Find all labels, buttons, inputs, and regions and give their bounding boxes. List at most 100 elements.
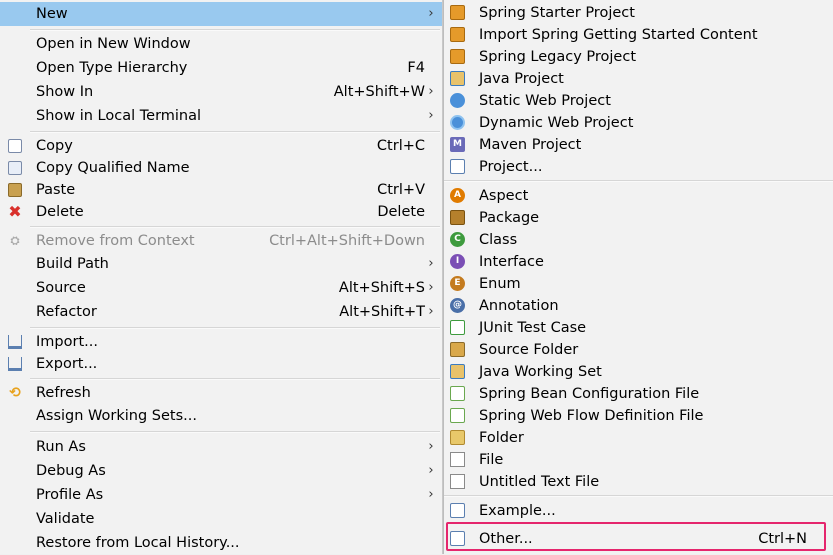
submenu-item-aspect[interactable]: A Aspect — [444, 184, 833, 208]
submenu-arrow-icon: › — [428, 84, 434, 99]
submenu-item-label: Spring Starter Project — [479, 5, 635, 21]
menu-item-profile-as[interactable]: Profile As › — [0, 483, 442, 507]
menu-item-build-path[interactable]: Build Path › — [0, 252, 442, 276]
export-icon — [8, 357, 22, 371]
submenu-item-label: Untitled Text File — [479, 474, 600, 490]
submenu-item-spring-bean-configuration-file[interactable]: Spring Bean Configuration File — [444, 382, 833, 406]
menu-item-open-type-hierarchy[interactable]: Open Type Hierarchy F4 — [0, 56, 442, 80]
menu-item-label: Import... — [36, 334, 98, 350]
menu-item-label: Build Path — [36, 256, 109, 272]
submenu-item-file[interactable]: File — [444, 448, 833, 472]
submenu-arrow-icon: › — [428, 256, 434, 271]
spring-web-flow-file-icon — [450, 408, 465, 423]
submenu-item-java-working-set[interactable]: Java Working Set — [444, 360, 833, 384]
menu-item-refactor[interactable]: Refactor Alt+Shift+T › — [0, 300, 442, 324]
menu-separator — [30, 378, 440, 380]
interface-icon: I — [450, 254, 465, 269]
menu-item-validate[interactable]: Validate — [0, 507, 442, 531]
menu-item-paste[interactable]: Paste Ctrl+V — [0, 178, 442, 202]
menu-item-open-in-new-window[interactable]: Open in New Window — [0, 32, 442, 56]
junit-test-case-icon — [450, 320, 465, 335]
menu-item-refresh[interactable]: ⟲ Refresh — [0, 381, 442, 405]
submenu-item-example[interactable]: Example... — [444, 499, 833, 523]
source-folder-icon — [450, 342, 465, 357]
spring-project-icon — [450, 5, 465, 20]
aspect-icon: A — [450, 188, 465, 203]
menu-item-label: Export... — [36, 356, 98, 372]
submenu-item-java-project[interactable]: Java Project — [444, 67, 833, 91]
submenu-item-spring-starter-project[interactable]: Spring Starter Project — [444, 1, 833, 25]
dynamic-web-project-icon — [450, 115, 465, 130]
submenu-item-spring-legacy-project[interactable]: Spring Legacy Project — [444, 45, 833, 69]
spring-bean-file-icon — [450, 386, 465, 401]
menu-item-label: Delete — [36, 204, 84, 220]
menu-item-label: Validate — [36, 511, 95, 527]
menu-item-label: Refactor — [36, 304, 97, 320]
menu-item-shortcut: Ctrl+V — [377, 182, 425, 198]
submenu-item-label: Example... — [479, 503, 556, 519]
menu-item-restore-from-local-history[interactable]: Restore from Local History... — [0, 531, 442, 555]
annotation-icon: @ — [450, 298, 465, 313]
menu-item-label: Source — [36, 280, 86, 296]
menu-item-label: Open in New Window — [36, 36, 191, 52]
menu-item-label: Profile As — [36, 487, 104, 503]
menu-item-shortcut: Alt+Shift+W — [333, 84, 425, 100]
spring-legacy-icon — [450, 49, 465, 64]
menu-item-shortcut: F4 — [407, 60, 425, 76]
submenu-item-spring-web-flow-definition-file[interactable]: Spring Web Flow Definition File — [444, 404, 833, 428]
menu-item-assign-working-sets[interactable]: Assign Working Sets... — [0, 404, 442, 428]
menu-item-copy[interactable]: Copy Ctrl+C — [0, 134, 442, 158]
submenu-item-label: Static Web Project — [479, 93, 611, 109]
submenu-item-enum[interactable]: E Enum — [444, 272, 833, 296]
submenu-item-project[interactable]: Project... — [444, 155, 833, 179]
import-icon — [8, 335, 22, 349]
file-icon — [450, 452, 465, 467]
menu-item-debug-as[interactable]: Debug As › — [0, 459, 442, 483]
submenu-item-label: Class — [479, 232, 518, 248]
submenu-item-maven-project[interactable]: M Maven Project — [444, 133, 833, 157]
submenu-item-class[interactable]: C Class — [444, 228, 833, 252]
submenu-item-junit-test-case[interactable]: JUnit Test Case — [444, 316, 833, 340]
submenu-item-package[interactable]: Package — [444, 206, 833, 230]
static-web-project-icon — [450, 93, 465, 108]
submenu-arrow-icon: › — [428, 304, 434, 319]
submenu-item-static-web-project[interactable]: Static Web Project — [444, 89, 833, 113]
menu-item-copy-qualified-name[interactable]: Copy Qualified Name — [0, 156, 442, 180]
menu-item-label: Restore from Local History... — [36, 535, 240, 551]
menu-item-show-in[interactable]: Show In Alt+Shift+W › — [0, 80, 442, 104]
submenu-item-source-folder[interactable]: Source Folder — [444, 338, 833, 362]
submenu-item-import-spring-getting-started[interactable]: Import Spring Getting Started Content — [444, 23, 833, 47]
paste-icon — [8, 183, 22, 197]
example-icon — [450, 503, 465, 518]
submenu-item-label: Java Working Set — [479, 364, 602, 380]
menu-item-import[interactable]: Import... — [0, 330, 442, 354]
submenu-item-annotation[interactable]: @ Annotation — [444, 294, 833, 318]
enum-icon: E — [450, 276, 465, 291]
submenu-arrow-icon: › — [428, 6, 434, 21]
submenu-separator — [444, 495, 833, 497]
copy-qualified-name-icon — [8, 161, 22, 175]
menu-item-label: Assign Working Sets... — [36, 408, 198, 424]
menu-item-shortcut: Delete — [377, 204, 425, 220]
menu-item-show-in-local-terminal[interactable]: Show in Local Terminal › — [0, 104, 442, 128]
submenu-item-label: Dynamic Web Project — [479, 115, 634, 131]
submenu-item-label: Project... — [479, 159, 543, 175]
menu-item-label: Run As — [36, 439, 86, 455]
refresh-icon: ⟲ — [9, 385, 21, 401]
submenu-item-label: Spring Web Flow Definition File — [479, 408, 704, 424]
menu-item-source[interactable]: Source Alt+Shift+S › — [0, 276, 442, 300]
submenu-item-label: Maven Project — [479, 137, 582, 153]
new-submenu: Spring Starter Project Import Spring Get… — [443, 0, 833, 554]
submenu-arrow-icon: › — [428, 108, 434, 123]
submenu-item-folder[interactable]: Folder — [444, 426, 833, 450]
submenu-separator — [444, 180, 833, 182]
menu-item-export[interactable]: Export... — [0, 352, 442, 376]
menu-item-new[interactable]: New › — [0, 2, 442, 26]
menu-item-delete[interactable]: ✖ Delete Delete — [0, 200, 442, 224]
submenu-item-label: Folder — [479, 430, 524, 446]
spring-import-icon — [450, 27, 465, 42]
submenu-item-interface[interactable]: I Interface — [444, 250, 833, 274]
submenu-item-dynamic-web-project[interactable]: Dynamic Web Project — [444, 111, 833, 135]
menu-item-run-as[interactable]: Run As › — [0, 435, 442, 459]
submenu-item-untitled-text-file[interactable]: Untitled Text File — [444, 470, 833, 494]
